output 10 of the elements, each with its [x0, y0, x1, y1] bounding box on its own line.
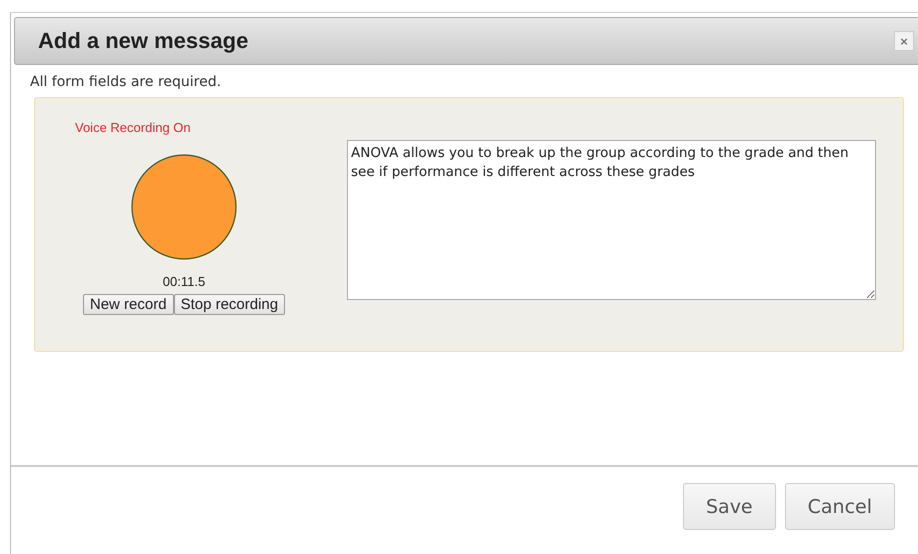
- recorder-button[interactable]: Stop recording: [174, 294, 286, 315]
- recording-status: Voice Recording On: [75, 120, 191, 135]
- dialog-button[interactable]: Cancel: [784, 483, 895, 530]
- dialog-title: Add a new message: [38, 28, 248, 54]
- message-field[interactable]: ANOVA allows you to break up the group according to the grade and then see if performance is different across these grades: [347, 140, 876, 300]
- recorder-button[interactable]: New record: [82, 294, 174, 315]
- required-note: All form fields are required.: [30, 74, 222, 90]
- close-button[interactable]: ×: [894, 31, 914, 51]
- dialog-button[interactable]: Save: [682, 483, 776, 530]
- recording-timer: 00:11.5: [162, 274, 206, 289]
